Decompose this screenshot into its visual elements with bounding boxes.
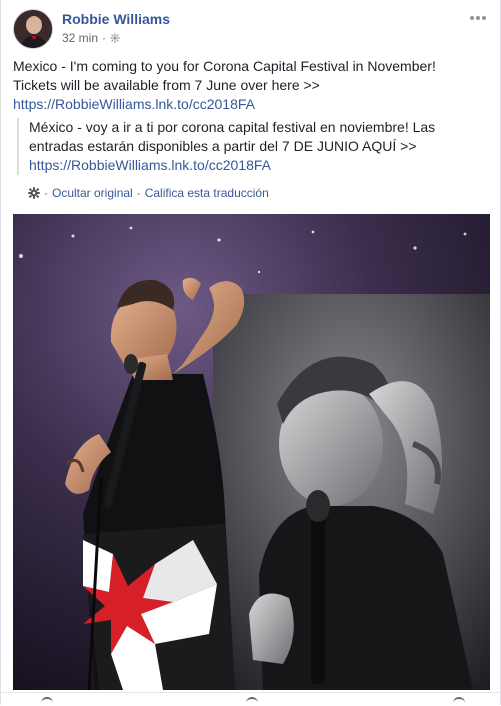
tools-separator: · [44,186,48,200]
feed-post: Robbie Williams 32 min · Mexico - I'm co… [0,0,501,705]
more-options-icon[interactable] [468,11,488,25]
post-message-line: Mexico - I'm coming to you for Corona Ca… [13,58,436,74]
translation-line: México - voy a ir a ti por corona capita… [29,119,436,135]
avatar-image [14,10,52,48]
share-icon[interactable] [453,697,465,705]
post-photo[interactable] [13,214,490,690]
like-icon[interactable] [41,697,53,705]
hide-original-link[interactable]: Ocultar original [52,186,133,200]
translation-line: entradas estarán disponibles a partir de… [29,138,417,154]
post-message-line: Tickets will be available from 7 June ov… [13,77,320,93]
translation-tools: · Ocultar original · Califica esta tradu… [28,186,269,200]
post-timestamp[interactable]: 32 min [62,31,98,45]
rate-translation-link[interactable]: Califica esta traducción [145,186,269,200]
concert-photo-image [13,214,490,690]
translated-message: México - voy a ir a ti por corona capita… [17,118,484,175]
post-actions-partial [1,692,501,706]
gear-icon[interactable] [28,187,40,199]
post-meta: 32 min · [62,31,120,45]
meta-separator: · [102,31,107,45]
globe-icon[interactable] [110,33,120,43]
translation-link[interactable]: https://RobbieWilliams.lnk.to/cc2018FA [29,156,484,175]
author-name[interactable]: Robbie Williams [62,11,170,27]
comment-icon[interactable] [246,697,258,705]
post-link[interactable]: https://RobbieWilliams.lnk.to/cc2018FA [13,95,483,114]
post-message: Mexico - I'm coming to you for Corona Ca… [13,57,483,114]
tools-separator: · [136,186,141,200]
author-avatar[interactable] [13,9,53,49]
